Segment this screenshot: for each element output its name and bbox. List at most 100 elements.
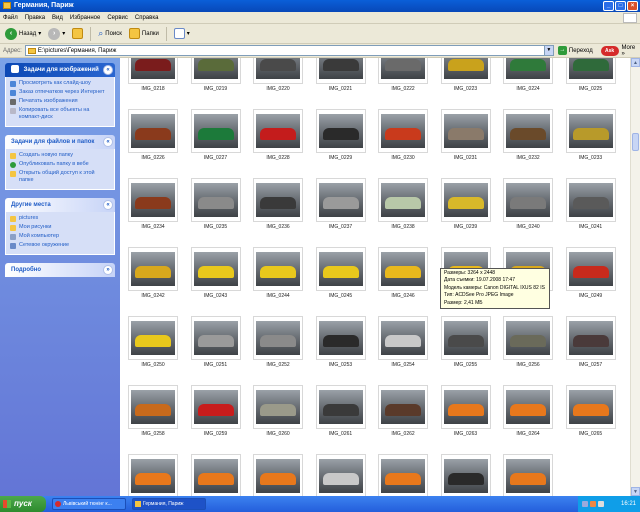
thumbnail-item[interactable]: IMG_0252 — [247, 316, 309, 385]
task-copy-to-cd[interactable]: Копировать все объекты на компакт-диск — [10, 107, 110, 121]
thumbnail-image[interactable] — [378, 247, 428, 291]
menu-view[interactable]: Вид — [52, 15, 63, 21]
thumbnail-image[interactable] — [128, 109, 178, 153]
thumbnail-image[interactable] — [190, 109, 241, 153]
thumbnail-item[interactable]: IMG_0242 — [122, 247, 184, 316]
thumbnail-item[interactable]: IMG_0235 — [185, 178, 247, 247]
dropdown-arrow-icon[interactable]: ▾ — [62, 30, 65, 37]
thumbnail-item[interactable]: IMG_0261 — [310, 385, 372, 454]
thumbnail-image[interactable] — [440, 316, 491, 360]
address-dropdown-button[interactable]: ▼ — [543, 46, 553, 55]
thumbnail-image[interactable] — [440, 385, 491, 429]
thumbnail-item[interactable] — [435, 454, 497, 496]
thumbnail-item[interactable]: IMG_0250 — [122, 316, 184, 385]
thumbnail-image[interactable] — [190, 178, 241, 222]
maximize-button[interactable]: □ — [615, 1, 626, 11]
thumbnail-image[interactable] — [128, 454, 178, 496]
thumbnail-image[interactable] — [315, 454, 366, 496]
thumbnail-item[interactable] — [497, 454, 559, 496]
task-publish-web[interactable]: Опубликовать папку в вебе — [10, 161, 110, 168]
menu-file[interactable]: Файл — [3, 15, 18, 21]
thumbnail-item[interactable]: IMG_0249 — [560, 247, 622, 316]
thumbnail-item[interactable] — [310, 454, 372, 496]
thumbnail-item[interactable]: IMG_0264 — [497, 385, 559, 454]
dropdown-arrow-icon[interactable]: ▾ — [38, 30, 41, 37]
expand-icon[interactable]: » — [103, 265, 113, 275]
thumbnail-image[interactable] — [253, 58, 303, 84]
thumbnail-image[interactable] — [315, 109, 366, 153]
ask-logo-icon[interactable]: Ask — [600, 45, 619, 56]
thumbnail-item[interactable]: IMG_0257 — [560, 316, 622, 385]
task-print-images[interactable]: Печатать изображения — [10, 98, 110, 105]
title-bar[interactable]: Германия, Париж _ □ × — [0, 0, 640, 12]
place-my-computer[interactable]: Мой компьютер — [10, 233, 110, 240]
thumbnail-item[interactable]: IMG_0240 — [497, 178, 559, 247]
thumbnail-image[interactable] — [253, 316, 303, 360]
thumbnail-image[interactable] — [378, 454, 428, 496]
thumbnail-item[interactable]: IMG_0238 — [372, 178, 434, 247]
thumbnail-image[interactable] — [190, 247, 241, 291]
thumbnail-image[interactable] — [378, 316, 428, 360]
thumbnail-item[interactable] — [372, 454, 434, 496]
place-network[interactable]: Сетевое окружение — [10, 242, 110, 249]
views-button[interactable]: ▾ — [172, 26, 192, 42]
network-tray-icon[interactable] — [582, 501, 588, 507]
thumbnail-item[interactable]: IMG_0239 — [435, 178, 497, 247]
thumbnail-image[interactable] — [253, 178, 303, 222]
collapse-icon[interactable]: « — [103, 200, 113, 210]
thumbnail-image[interactable] — [315, 178, 366, 222]
thumbnail-item[interactable]: IMG_0254 — [372, 316, 434, 385]
thumbnail-item[interactable]: IMG_0230 — [372, 109, 434, 178]
thumbnail-image[interactable] — [503, 58, 553, 84]
thumbnail-image[interactable] — [190, 454, 241, 496]
minimize-button[interactable]: _ — [603, 1, 614, 11]
thumbnail-image[interactable] — [503, 178, 553, 222]
thumbnail-item[interactable] — [247, 454, 309, 496]
image-tasks-header[interactable]: Задачи для изображений « — [5, 63, 115, 77]
thumbnail-image[interactable] — [190, 385, 241, 429]
thumbnail-item[interactable]: IMG_0263 — [435, 385, 497, 454]
thumbnail-item[interactable]: IMG_0243 — [185, 247, 247, 316]
dropdown-arrow-icon[interactable]: ▾ — [187, 30, 190, 37]
thumbnail-image[interactable] — [253, 109, 303, 153]
scroll-up-arrow-icon[interactable]: ▲ — [631, 58, 640, 67]
thumbnail-item[interactable]: IMG_0253 — [310, 316, 372, 385]
task-slideshow[interactable]: Просмотреть как слайд-шоу — [10, 80, 110, 87]
thumbnail-item[interactable]: IMG_0259 — [185, 385, 247, 454]
thumbnail-item[interactable]: IMG_0232 — [497, 109, 559, 178]
thumbnail-image[interactable] — [315, 385, 366, 429]
scroll-down-arrow-icon[interactable]: ▼ — [631, 487, 640, 496]
task-share-folder[interactable]: Открыть общий доступ к этой папке — [10, 170, 110, 184]
thumbnail-item[interactable]: IMG_0262 — [372, 385, 434, 454]
file-tasks-header[interactable]: Задачи для файлов и папок « — [5, 135, 115, 149]
details-header[interactable]: Подробно » — [5, 263, 115, 277]
thumbnail-image[interactable] — [565, 58, 616, 84]
thumbnail-item[interactable]: IMG_0236 — [247, 178, 309, 247]
thumbnail-image[interactable] — [253, 454, 303, 496]
thumbnail-item[interactable]: IMG_0229 — [310, 109, 372, 178]
thumbnail-image[interactable] — [503, 109, 553, 153]
thumbnail-image[interactable] — [128, 247, 178, 291]
collapse-icon[interactable]: « — [103, 137, 113, 147]
thumbnail-image[interactable] — [565, 316, 616, 360]
thumbnail-item[interactable]: IMG_0231 — [435, 109, 497, 178]
thumbnail-item[interactable]: IMG_0228 — [247, 109, 309, 178]
vertical-scrollbar[interactable]: ▲ ▼ — [630, 58, 640, 496]
volume-tray-icon[interactable] — [598, 501, 604, 507]
thumbnail-item[interactable]: IMG_0251 — [185, 316, 247, 385]
thumbnail-item[interactable]: IMG_0246 — [372, 247, 434, 316]
close-button[interactable]: × — [627, 1, 638, 11]
thumbnail-item[interactable]: IMG_0226 — [122, 109, 184, 178]
search-button[interactable]: ⌕ Поиск — [96, 26, 124, 42]
antivirus-tray-icon[interactable] — [590, 501, 596, 507]
address-field[interactable]: E:\pictures\Германия, Париж ▼ — [24, 45, 554, 56]
thumbnail-item[interactable]: IMG_0233 — [560, 109, 622, 178]
thumbnail-image[interactable] — [440, 109, 491, 153]
thumbnail-image[interactable] — [128, 316, 178, 360]
go-button[interactable]: → Переход — [557, 46, 593, 55]
thumbnail-image[interactable] — [190, 58, 241, 84]
thumbnail-image[interactable] — [378, 109, 428, 153]
thumbnail-image[interactable] — [565, 385, 616, 429]
thumbnail-image[interactable] — [253, 247, 303, 291]
thumbnail-item[interactable]: IMG_0221 — [310, 58, 372, 109]
